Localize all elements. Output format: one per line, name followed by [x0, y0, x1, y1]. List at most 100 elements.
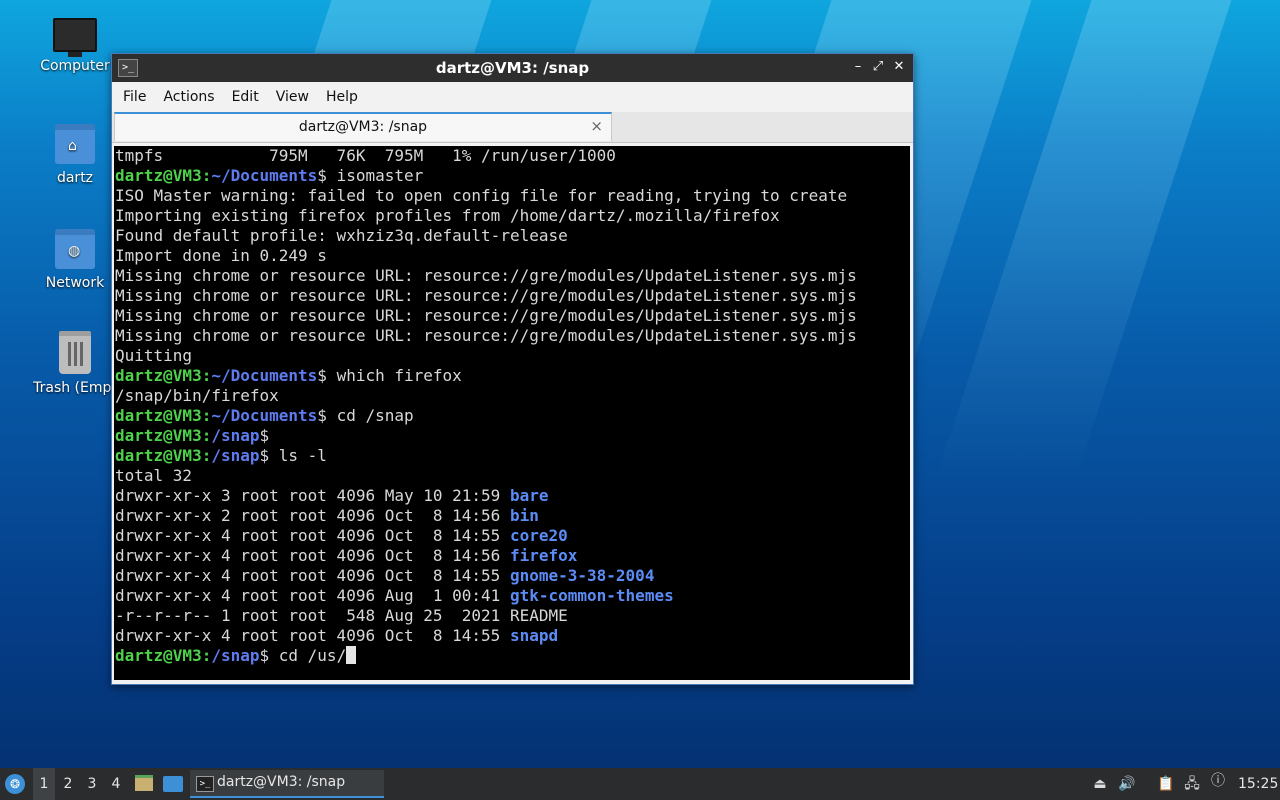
command-text: $ cd /snap	[317, 406, 414, 425]
desktop-icon-computer[interactable]: Computer	[27, 18, 123, 74]
terminal-line: dartz@VM3:~/Documents$ isomaster	[115, 166, 910, 186]
ls-meta: drwxr-xr-x 4 root root 4096 Oct 8 14:55	[115, 526, 510, 545]
menu-edit[interactable]: Edit	[227, 89, 271, 105]
task-label: dartz@VM3: /snap	[217, 774, 346, 790]
ls-meta: drwxr-xr-x 4 root root 4096 Oct 8 14:55	[115, 626, 510, 645]
tab-label: dartz@VM3: /snap	[298, 119, 428, 135]
maximize-button[interactable]: ⤢	[869, 58, 887, 76]
command-text: $	[259, 426, 270, 445]
ls-entry-name: firefox	[509, 546, 578, 565]
prompt-user: dartz@VM3:	[115, 646, 212, 665]
workspace-2[interactable]: 2	[57, 768, 79, 800]
ls-meta: -r--r--r-- 1 root root 548 Aug 25 2021	[115, 606, 510, 625]
prompt-path: /snap	[211, 646, 260, 665]
ls-meta: drwxr-xr-x 3 root root 4096 May 10 21:59	[115, 486, 510, 505]
terminal-line: Missing chrome or resource URL: resource…	[115, 286, 857, 305]
terminal-output[interactable]: tmpfs 795M 76K 795M 1% /run/user/1000 dar…	[114, 146, 910, 680]
terminal-line: Missing chrome or resource URL: resource…	[115, 326, 857, 345]
workspace-4[interactable]: 4	[105, 768, 127, 800]
clock[interactable]: 15:25	[1238, 768, 1278, 800]
terminal-line: drwxr-xr-x 2 root root 4096 Oct 8 14:56 …	[115, 506, 910, 526]
terminal-line: Missing chrome or resource URL: resource…	[115, 266, 857, 285]
terminal-line: Found default profile: wxhziz3q.default-…	[115, 226, 568, 245]
close-button[interactable]: ✕	[890, 58, 908, 76]
terminal-line: Import done in 0.249 s	[115, 246, 327, 265]
taskbar: ❂ 1 2 3 4 >_ dartz@VM3: /snap ⏏ 🔊 📋 🖧 ⓘ …	[0, 768, 1280, 800]
home-folder-icon: ⌂	[55, 124, 95, 164]
ls-entry-name: README	[509, 606, 568, 625]
terminal-line: dartz@VM3:~/Documents$ cd /snap	[115, 406, 910, 426]
ls-entry-name: snapd	[509, 626, 559, 645]
prompt-user: dartz@VM3:	[115, 426, 212, 445]
terminal-line: dartz@VM3:~/Documents$ which firefox	[115, 366, 910, 386]
menu-view[interactable]: View	[271, 89, 321, 105]
terminal-line: Importing existing firefox profiles from…	[115, 206, 780, 225]
ls-entry-name: core20	[509, 526, 568, 545]
clipboard-icon[interactable]: 📋	[1157, 775, 1175, 793]
start-menu-icon[interactable]: ❂	[5, 774, 25, 794]
taskbar-task-terminal[interactable]: >_ dartz@VM3: /snap	[190, 770, 384, 798]
command-text: $ cd /us/	[259, 646, 347, 665]
command-text: $ which firefox	[317, 366, 462, 385]
prompt-path: ~/Documents	[211, 406, 318, 425]
terminal-line: /snap/bin/firefox	[115, 386, 279, 405]
terminal-line: total 32	[115, 466, 193, 485]
computer-icon	[53, 18, 97, 57]
terminal-line: dartz@VM3:/snap$	[115, 426, 910, 446]
workspace-3[interactable]: 3	[81, 768, 103, 800]
terminal-icon: >_	[196, 776, 214, 792]
terminal-line: tmpfs 795M 76K 795M 1% /run/user/1000	[115, 146, 616, 165]
ls-meta: drwxr-xr-x 4 root root 4096 Oct 8 14:56	[115, 546, 510, 565]
ls-meta: drwxr-xr-x 4 root root 4096 Aug 1 00:41	[115, 586, 510, 605]
minimize-button[interactable]: –	[849, 58, 867, 76]
menu-help[interactable]: Help	[321, 89, 370, 105]
terminal-line: drwxr-xr-x 4 root root 4096 Oct 8 14:56 …	[115, 546, 910, 566]
ls-entry-name: bare	[509, 486, 549, 505]
ls-meta: drwxr-xr-x 4 root root 4096 Oct 8 14:55	[115, 566, 510, 585]
desktop-icon-label: Trash (Empt	[33, 380, 117, 396]
terminal-line: dartz@VM3:/snap$ ls -l	[115, 446, 910, 466]
show-desktop-icon[interactable]	[163, 776, 183, 792]
menu-bar: File Actions Edit View Help	[112, 82, 913, 112]
tab-bar: dartz@VM3: /snap ×	[112, 112, 913, 143]
volume-icon[interactable]: 🔊	[1118, 775, 1136, 793]
network-icon[interactable]: 🖧	[1183, 775, 1201, 793]
terminal-line: drwxr-xr-x 4 root root 4096 Oct 8 14:55 …	[115, 626, 910, 646]
command-text: $ ls -l	[259, 446, 327, 465]
terminal-line: ISO Master warning: failed to open confi…	[115, 186, 848, 205]
desktop-icon-label: dartz	[56, 170, 94, 186]
prompt-path: ~/Documents	[211, 166, 318, 185]
prompt-user: dartz@VM3:	[115, 166, 212, 185]
menu-file[interactable]: File	[118, 89, 158, 105]
ls-entry-name: bin	[509, 506, 539, 525]
network-folder-icon: ◍	[55, 229, 95, 269]
title-bar[interactable]: >_ dartz@VM3: /snap – ⤢ ✕	[112, 54, 913, 82]
desktop-icon-label: Network	[45, 275, 105, 291]
update-notifier-icon[interactable]: ⓘ	[1209, 772, 1227, 790]
terminal-line: drwxr-xr-x 4 root root 4096 Aug 1 00:41 …	[115, 586, 910, 606]
prompt-user: dartz@VM3:	[115, 406, 212, 425]
desktop-icon-label: Computer	[40, 58, 110, 74]
terminal-line: drwxr-xr-x 4 root root 4096 Oct 8 14:55 …	[115, 566, 910, 586]
tab-terminal[interactable]: dartz@VM3: /snap ×	[114, 112, 612, 141]
tab-close-button[interactable]: ×	[590, 117, 603, 135]
terminal-line: Missing chrome or resource URL: resource…	[115, 306, 857, 325]
prompt-path: ~/Documents	[211, 366, 318, 385]
desktop-icon-home[interactable]: ⌂ dartz	[27, 124, 123, 186]
terminal-text: tmpfs 795M 76K 795M 1% /run/user/1000 dar…	[114, 146, 910, 666]
desktop-icon-network[interactable]: ◍ Network	[27, 229, 123, 291]
terminal-line: -r--r--r-- 1 root root 548 Aug 25 2021 R…	[115, 606, 910, 626]
trash-icon	[59, 331, 91, 374]
text-cursor	[346, 646, 357, 664]
menu-actions[interactable]: Actions	[158, 89, 226, 105]
workspace-1[interactable]: 1	[33, 768, 55, 800]
ls-meta: drwxr-xr-x 2 root root 4096 Oct 8 14:56	[115, 506, 510, 525]
file-manager-icon[interactable]	[135, 775, 153, 791]
ls-entry-name: gtk-common-themes	[509, 586, 674, 605]
terminal-line: dartz@VM3:/snap$ cd /us/	[115, 646, 910, 666]
eject-icon[interactable]: ⏏	[1091, 775, 1109, 793]
prompt-user: dartz@VM3:	[115, 366, 212, 385]
terminal-window[interactable]: >_ dartz@VM3: /snap – ⤢ ✕ File Actions E…	[111, 53, 914, 685]
desktop-icon-trash[interactable]: Trash (Empt	[27, 331, 123, 396]
terminal-line: Quitting	[115, 346, 193, 365]
